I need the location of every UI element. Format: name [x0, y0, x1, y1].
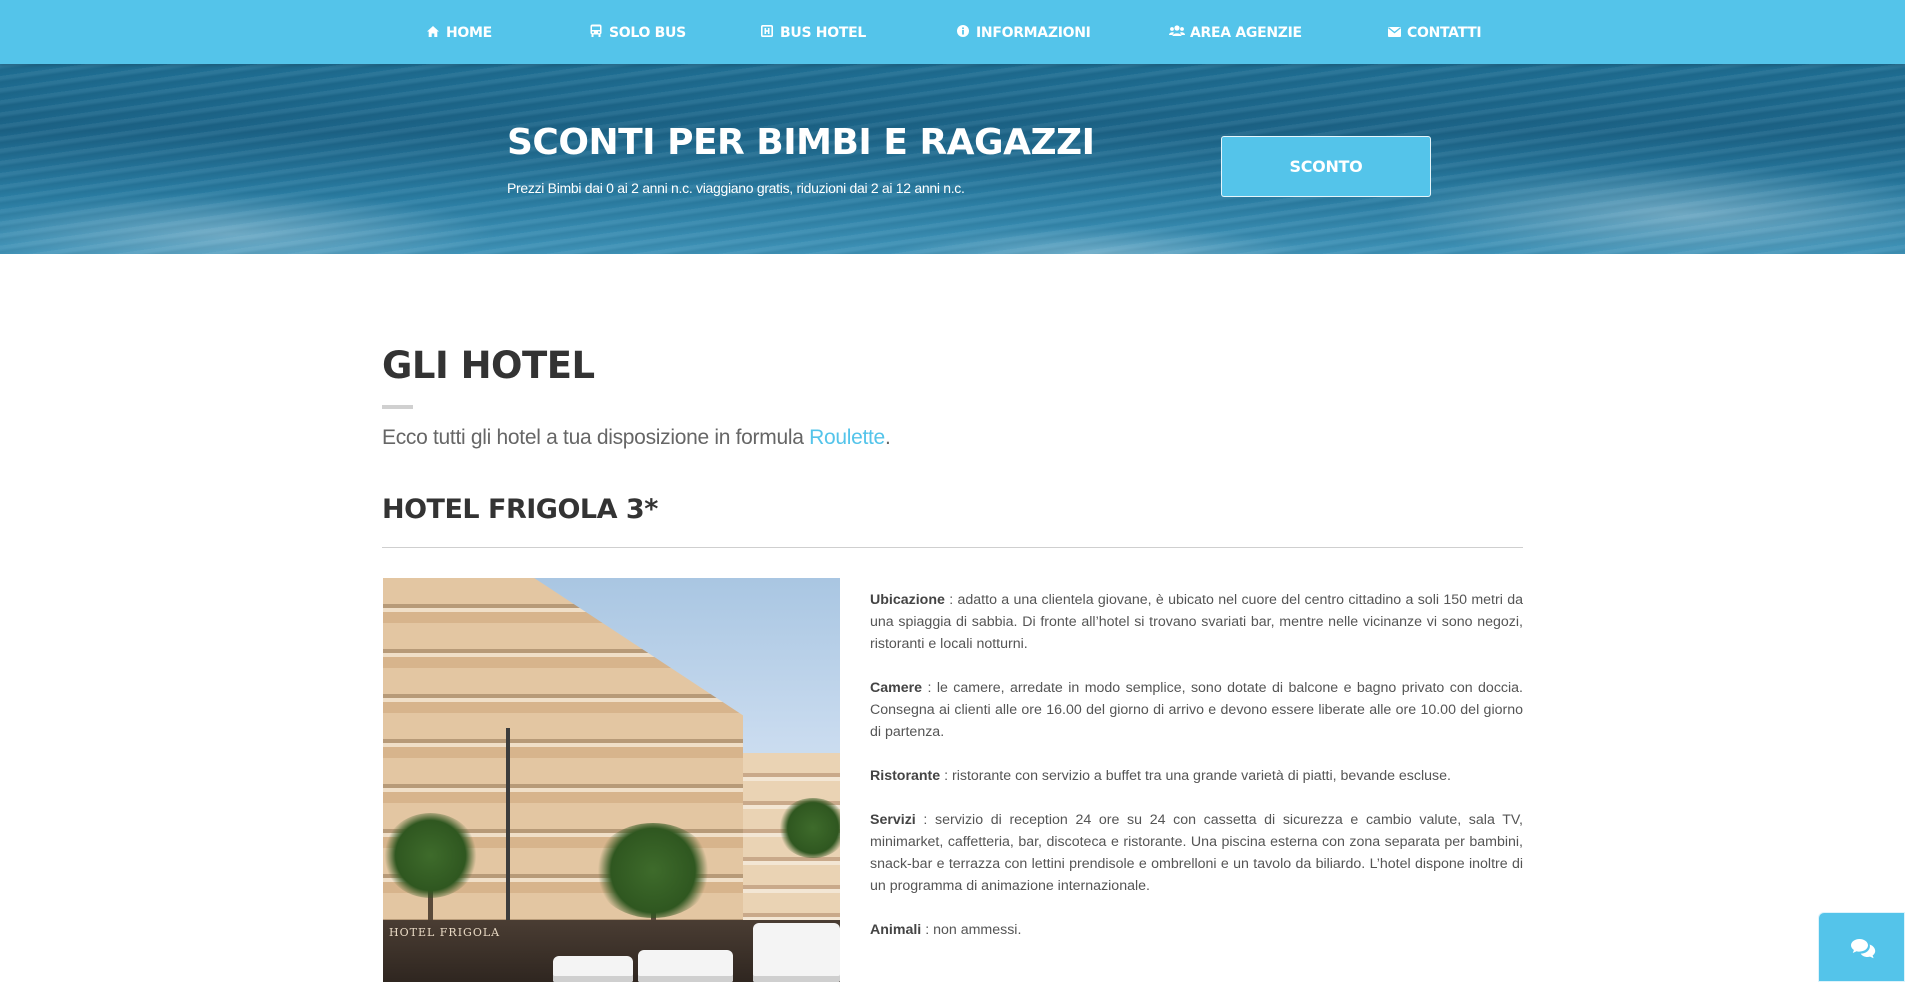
hero-subtitle: Prezzi Bimbi dai 0 ai 2 anni n.c. viaggi…	[507, 180, 965, 196]
nav-solo-bus[interactable]: SOLO BUS	[588, 22, 686, 44]
hotel-description: Ubicazione : adatto a una clientela giov…	[870, 589, 1523, 963]
detail-text: : non ammessi.	[921, 922, 1022, 938]
nav-home-label: HOME	[446, 25, 492, 41]
chat-bubbles-icon	[1851, 939, 1876, 959]
detail-text: : le camere, arredate in modo semplice, …	[870, 680, 1523, 740]
hotel-name: HOTEL FRIGOLA 3*	[382, 494, 658, 525]
nav-informazioni-label: INFORMAZIONI	[976, 25, 1091, 41]
nav-home[interactable]: HOME	[425, 22, 492, 44]
detail-text: : adatto a una clientela giovane, è ubic…	[870, 592, 1523, 652]
page-title: GLI HOTEL	[382, 344, 595, 387]
detail-ristorante: Ristorante : ristorante con servizio a b…	[870, 765, 1523, 787]
nav-solo-bus-label: SOLO BUS	[609, 25, 686, 41]
detail-label: Animali	[870, 922, 922, 938]
users-icon	[1169, 23, 1185, 45]
home-icon	[425, 23, 441, 45]
title-underline	[382, 405, 413, 409]
intro-text-end: .	[884, 426, 891, 449]
intro-text: Ecco tutti gli hotel a tua disposizione …	[382, 426, 891, 450]
nav-bus-hotel-label: BUS HOTEL	[780, 25, 866, 41]
photo-palm-tree	[778, 798, 840, 858]
detail-animali: Animali : non ammessi.	[870, 919, 1523, 941]
chat-widget-button[interactable]	[1818, 912, 1905, 982]
photo-palm-tree	[593, 823, 713, 918]
detail-label: Servizi	[870, 812, 916, 828]
envelope-icon	[1386, 23, 1402, 45]
nav-contatti-label: CONTATTI	[1407, 25, 1482, 41]
hotel-divider	[382, 547, 1523, 548]
nav-contatti[interactable]: CONTATTI	[1386, 22, 1482, 45]
detail-text: : servizio di reception 24 ore su 24 con…	[870, 812, 1523, 894]
sconto-button[interactable]: SCONTO	[1221, 136, 1431, 197]
bus-icon	[588, 23, 604, 45]
info-icon	[955, 23, 971, 45]
photo-car	[553, 956, 633, 982]
photo-hotel-sign: HOTEL FRIGOLA	[389, 926, 501, 939]
hero-title: SCONTI PER BIMBI E RAGAZZI	[507, 122, 1095, 163]
detail-text: : ristorante con servizio a buffet tra u…	[940, 768, 1451, 784]
nav-area-agenzie[interactable]: AREA AGENZIE	[1169, 22, 1302, 44]
detail-label: Camere	[870, 680, 923, 696]
detail-camere: Camere : le camere, arredate in modo sem…	[870, 677, 1523, 743]
detail-ubicazione: Ubicazione : adatto a una clientela giov…	[870, 589, 1523, 655]
top-navbar: HOME SOLO BUS BUS HOTEL INFORMAZIONI ARE…	[0, 0, 1905, 64]
nav-informazioni[interactable]: INFORMAZIONI	[955, 22, 1091, 44]
photo-palm-tree	[383, 813, 478, 898]
hero-banner: SCONTI PER BIMBI E RAGAZZI Prezzi Bimbi …	[0, 64, 1905, 254]
hotel-icon	[759, 23, 775, 45]
roulette-link[interactable]: Roulette	[809, 426, 885, 449]
nav-area-agenzie-label: AREA AGENZIE	[1190, 25, 1302, 41]
nav-bus-hotel[interactable]: BUS HOTEL	[759, 22, 866, 44]
detail-label: Ristorante	[870, 768, 941, 784]
photo-car	[638, 950, 733, 982]
detail-label: Ubicazione	[870, 592, 945, 608]
detail-servizi: Servizi : servizio di reception 24 ore s…	[870, 809, 1523, 897]
hotel-photo: HOTEL FRIGOLA	[383, 578, 840, 982]
photo-van	[753, 923, 840, 982]
intro-text-body: Ecco tutti gli hotel a tua disposizione …	[382, 426, 810, 449]
